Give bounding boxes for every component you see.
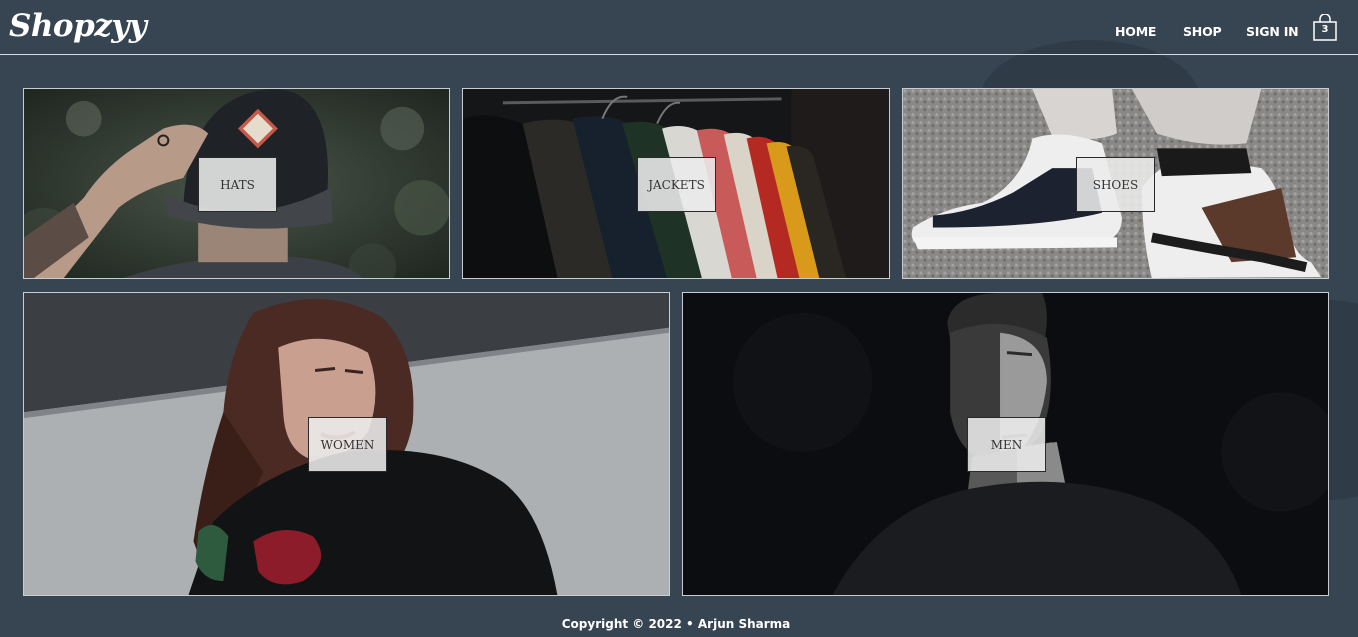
category-tile-women[interactable]: WOMEN — [23, 292, 670, 596]
category-tile-jackets[interactable]: JACKETS — [462, 88, 890, 279]
category-label-hats[interactable]: HATS — [198, 157, 277, 212]
nav-shop-link[interactable]: SHOP — [1183, 24, 1222, 39]
page: Shopzyy HOME SHOP SIGN IN 3 HATS JACKETS… — [0, 0, 1358, 637]
category-tile-men[interactable]: MEN — [682, 292, 1329, 596]
copyright-footer: Copyright © 2022 • Arjun Sharma — [561, 617, 791, 631]
category-tile-shoes[interactable]: SHOES — [902, 88, 1329, 279]
nav-home-link[interactable]: HOME — [1115, 24, 1156, 39]
category-label-women[interactable]: WOMEN — [308, 417, 387, 472]
category-label-jackets[interactable]: JACKETS — [637, 157, 716, 212]
brand-logo[interactable]: Shopzyy — [9, 8, 147, 44]
cart-button[interactable]: 3 — [1313, 14, 1337, 41]
category-label-shoes[interactable]: SHOES — [1076, 157, 1155, 212]
category-label-men[interactable]: MEN — [967, 417, 1046, 472]
category-tile-hats[interactable]: HATS — [23, 88, 450, 279]
cart-count-badge: 3 — [1321, 24, 1329, 35]
nav-sign-in-link[interactable]: SIGN IN — [1246, 24, 1299, 39]
